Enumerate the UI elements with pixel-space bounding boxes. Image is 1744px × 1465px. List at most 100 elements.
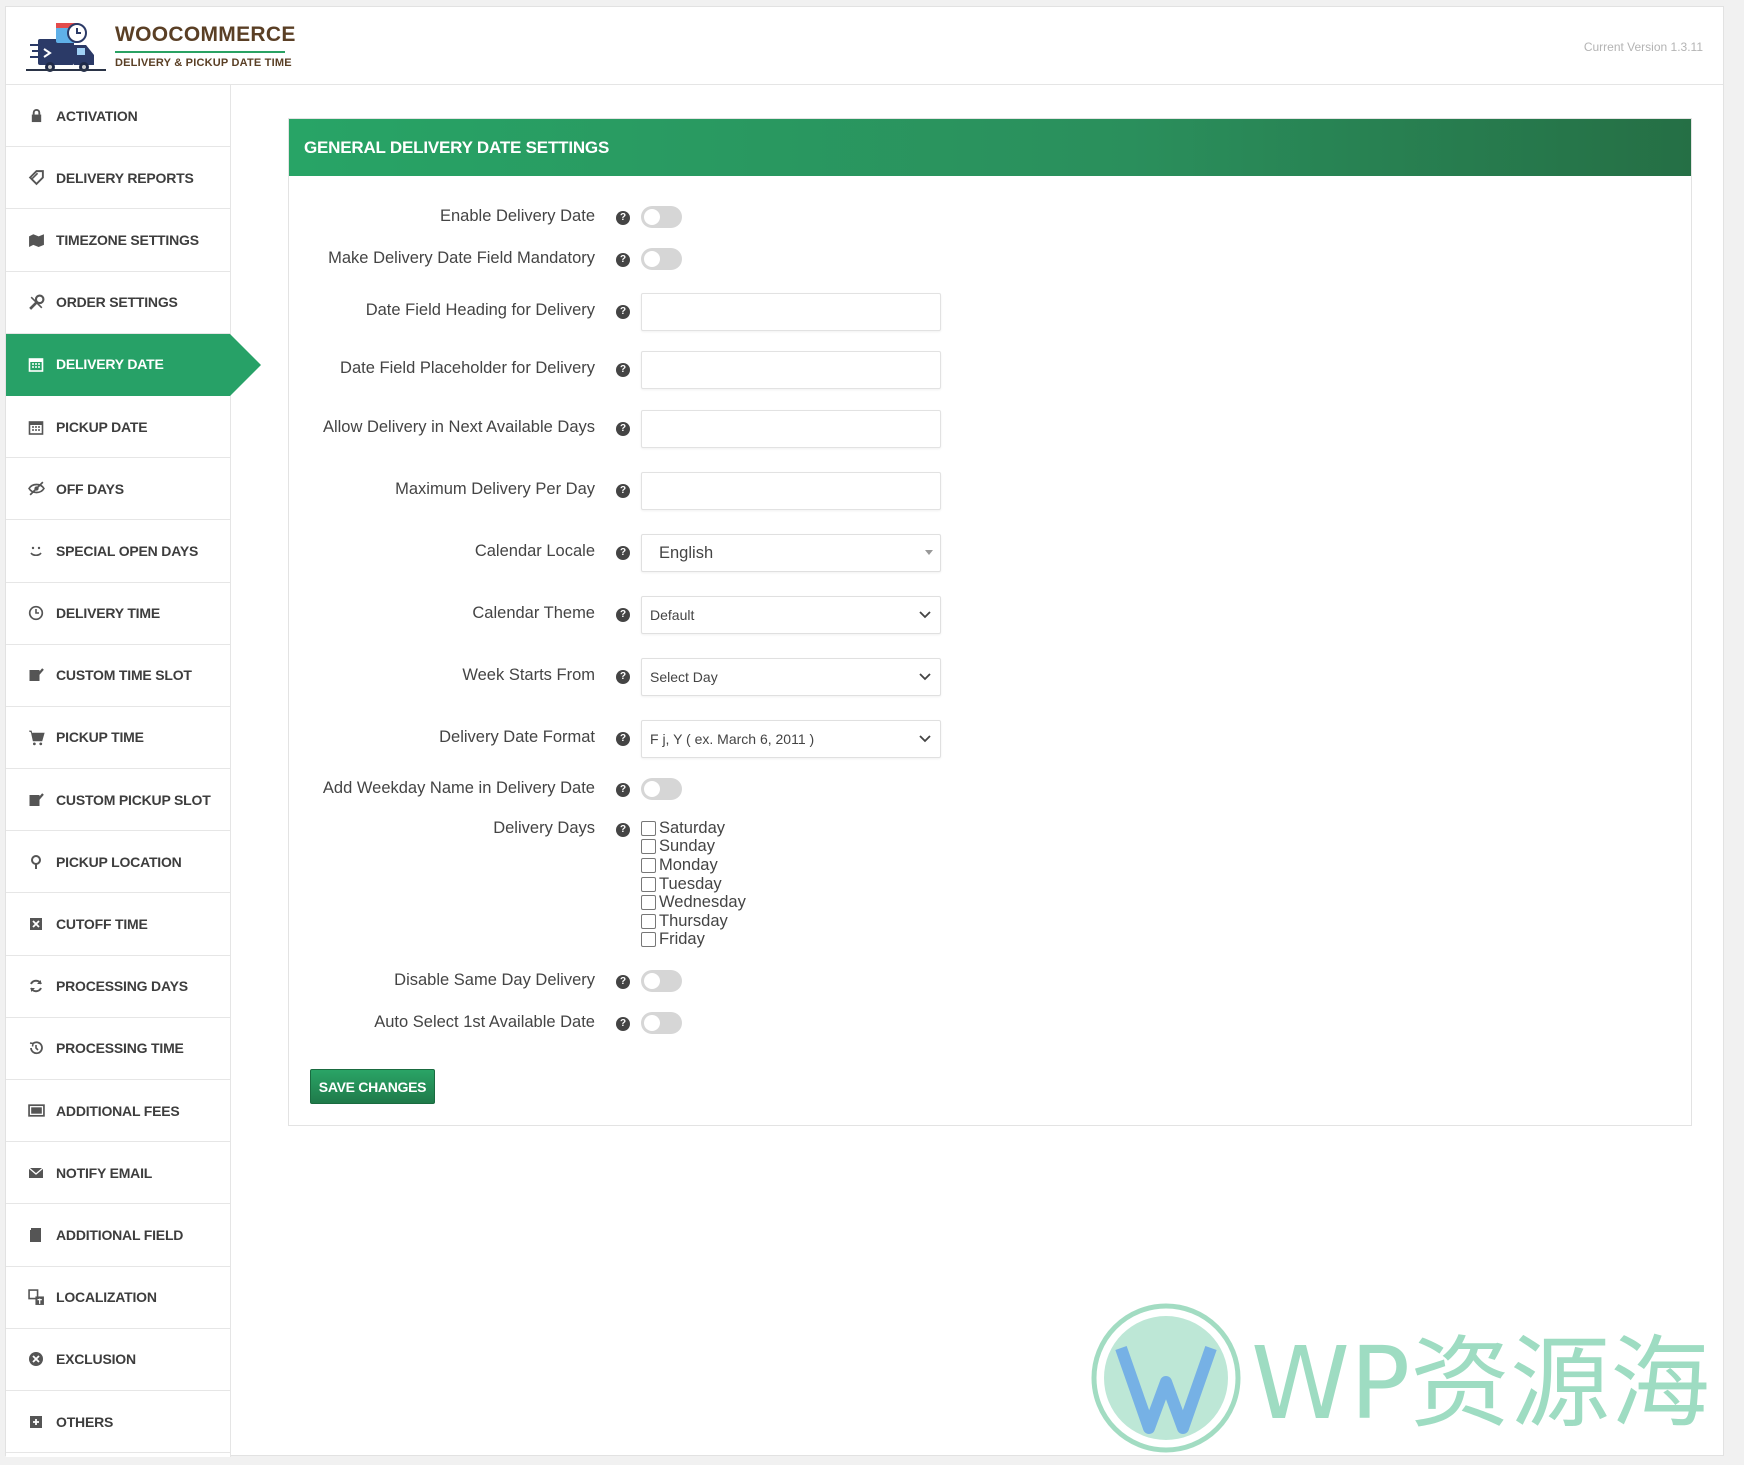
sidebar-item-others[interactable]: OTHERS — [6, 1391, 230, 1454]
enable-delivery-date-toggle[interactable] — [641, 206, 682, 228]
sidebar-item-label: DELIVERY DATE — [56, 356, 164, 373]
day-label: Monday — [659, 855, 718, 874]
help-icon[interactable]: ? — [616, 823, 630, 837]
sidebar-item-label: PICKUP DATE — [56, 418, 148, 435]
field-label: Delivery Days — [493, 819, 595, 837]
help-icon[interactable]: ? — [616, 363, 630, 377]
sidebar-item-label: ACTIVATION — [56, 107, 138, 124]
disable-same-day-toggle[interactable] — [641, 970, 682, 992]
max-per-day-input[interactable] — [641, 472, 941, 510]
settings-panel: GENERAL DELIVERY DATE SETTINGS Enable De… — [288, 118, 1692, 1126]
help-icon[interactable]: ? — [616, 1017, 630, 1031]
help-icon[interactable]: ? — [616, 732, 630, 746]
day-checkbox[interactable] — [641, 857, 656, 873]
help-icon[interactable]: ? — [616, 670, 630, 684]
sidebar-item-custom-time-slot[interactable]: CUSTOM TIME SLOT — [6, 645, 230, 707]
sidebar-item-label: PICKUP TIME — [56, 729, 144, 746]
help-icon[interactable]: ? — [616, 253, 630, 267]
field-label: Delivery Date Format — [439, 728, 595, 746]
field-label: Week Starts From — [462, 666, 595, 684]
sidebar-item-delivery-time[interactable]: DELIVERY TIME — [6, 583, 230, 645]
sidebar-item-pickup-date[interactable]: PICKUP DATE — [6, 396, 230, 459]
sidebar-item-exclusion[interactable]: EXCLUSION — [6, 1329, 230, 1391]
help-icon[interactable]: ? — [616, 783, 630, 797]
placeholder-input[interactable] — [641, 351, 941, 389]
sidebar-item-label: TIMEZONE SETTINGS — [56, 231, 199, 248]
money-icon — [26, 1101, 46, 1121]
field-label: Date Field Placeholder for Delivery — [340, 359, 595, 377]
delivery-day-option[interactable]: Saturday — [641, 819, 746, 838]
sidebar-item-delivery-reports[interactable]: DELIVERY REPORTS — [6, 147, 230, 210]
sidebar-item-localization[interactable]: LOCALIZATION — [6, 1267, 230, 1329]
week-start-select[interactable]: Select Day — [641, 658, 941, 696]
caret-down-icon — [925, 550, 933, 555]
sidebar-item-label: PICKUP LOCATION — [56, 853, 182, 870]
sidebar-item-additional-fees[interactable]: ADDITIONAL FEES — [6, 1080, 230, 1143]
day-checkbox[interactable] — [641, 932, 656, 948]
sidebar-item-label: CUSTOM TIME SLOT — [56, 667, 192, 684]
help-icon[interactable]: ? — [616, 975, 630, 989]
wp-watermark: WP资源海 — [1091, 1303, 1710, 1453]
sidebar-item-pickup-location[interactable]: PICKUP LOCATION — [6, 831, 230, 894]
help-icon[interactable]: ? — [616, 546, 630, 560]
delivery-day-option[interactable]: Sunday — [641, 837, 746, 857]
day-checkbox[interactable] — [641, 839, 656, 855]
field-label: Auto Select 1st Available Date — [374, 1013, 595, 1031]
mandatory-toggle[interactable] — [641, 248, 682, 270]
help-icon[interactable]: ? — [616, 608, 630, 622]
day-label: Friday — [659, 930, 705, 949]
sidebar-item-label: OTHERS — [56, 1413, 114, 1430]
delivery-day-option[interactable]: Tuesday — [641, 875, 746, 894]
sidebar-item-order-settings[interactable]: ORDER SETTINGS — [6, 272, 230, 334]
panel-title: GENERAL DELIVERY DATE SETTINGS — [304, 137, 610, 157]
sidebar-item-processing-time[interactable]: PROCESSING TIME — [6, 1018, 230, 1080]
sidebar-item-label: ADDITIONAL FEES — [56, 1102, 180, 1119]
app-frame: WOOCOMMERCE DELIVERY & PICKUP DATE TIME … — [5, 6, 1724, 1457]
map-icon — [26, 230, 46, 250]
delivery-day-option[interactable]: Wednesday — [641, 893, 746, 912]
sidebar-item-off-days[interactable]: OFF DAYS — [6, 458, 230, 521]
delivery-day-option[interactable]: Monday — [641, 856, 746, 875]
help-icon[interactable]: ? — [616, 422, 630, 436]
sidebar-item-processing-days[interactable]: PROCESSING DAYS — [6, 956, 230, 1018]
sidebar-item-label: DELIVERY REPORTS — [56, 169, 194, 186]
delivery-days-checkboxes: Saturday Sunday Monday Tuesday Wednesday Thur… — [641, 819, 746, 949]
date-format-select[interactable]: F j, Y ( ex. March 6, 2011 ) — [641, 720, 941, 758]
sidebar-item-label: ADDITIONAL FIELD — [56, 1226, 184, 1243]
sidebar-item-additional-field[interactable]: ADDITIONAL FIELD — [6, 1204, 230, 1267]
calendar-icon — [26, 354, 46, 374]
day-checkbox[interactable] — [641, 876, 656, 892]
chevron-down-icon — [919, 673, 931, 681]
sidebar-item-timezone-settings[interactable]: TIMEZONE SETTINGS — [6, 209, 230, 272]
help-icon[interactable]: ? — [616, 484, 630, 498]
sidebar-item-label: CUTOFF TIME — [56, 916, 148, 933]
help-icon[interactable]: ? — [616, 305, 630, 319]
day-checkbox[interactable] — [641, 895, 656, 911]
day-label: Saturday — [659, 818, 726, 837]
weekday-name-toggle[interactable] — [641, 778, 682, 800]
day-checkbox[interactable] — [641, 913, 656, 929]
sidebar-item-pickup-time[interactable]: PICKUP TIME — [6, 707, 230, 770]
delivery-day-option[interactable]: Friday — [641, 930, 746, 950]
help-icon[interactable]: ? — [616, 211, 630, 225]
panel-header: GENERAL DELIVERY DATE SETTINGS — [289, 119, 1691, 176]
next-days-input[interactable] — [641, 410, 941, 448]
sidebar-item-activation[interactable]: ACTIVATION — [6, 85, 230, 148]
sidebar-item-notify-email[interactable]: NOTIFY EMAIL — [6, 1142, 230, 1205]
sidebar-item-label: EXCLUSION — [56, 1351, 136, 1368]
sidebar-item-special-open-days[interactable]: SPECIAL OPEN DAYS — [6, 520, 230, 583]
save-changes-button[interactable]: SAVE CHANGES — [310, 1069, 435, 1104]
history-icon — [26, 1038, 46, 1058]
delivery-day-option[interactable]: Thursday — [641, 912, 746, 931]
calendar-locale-select[interactable]: English — [641, 534, 941, 572]
sidebar-item-custom-pickup-slot[interactable]: CUSTOM PICKUP SLOT — [6, 769, 230, 832]
calendar-theme-select[interactable]: Default — [641, 596, 941, 634]
auto-select-toggle[interactable] — [641, 1012, 682, 1034]
heading-input[interactable] — [641, 293, 941, 331]
field-label: Allow Delivery in Next Available Days — [322, 418, 595, 436]
sidebar-item-label: PROCESSING DAYS — [56, 978, 188, 995]
sidebar-item-cutoff-time[interactable]: CUTOFF TIME — [6, 893, 230, 956]
day-checkbox[interactable] — [641, 820, 656, 836]
wrench-icon — [26, 292, 46, 312]
sidebar-item-delivery-date[interactable]: DELIVERY DATE — [6, 333, 261, 396]
